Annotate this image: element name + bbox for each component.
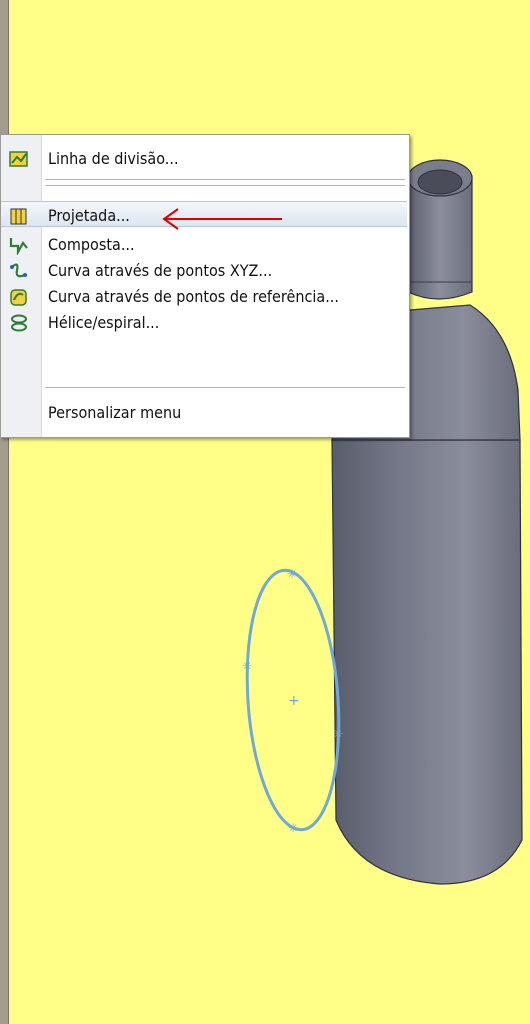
composite-curve-icon xyxy=(9,235,29,257)
svg-text:+: + xyxy=(288,693,300,709)
graphics-viewport[interactable]: + ✳ ✳ ✳ ✳ Linha de divisão... Projetada.… xyxy=(0,0,530,1024)
menu-separator xyxy=(45,185,405,186)
svg-text:✳: ✳ xyxy=(333,727,343,741)
menu-item-composite[interactable]: Composta... xyxy=(1,231,407,257)
menu-item-label: Curva através de pontos de referência... xyxy=(48,287,339,306)
menu-separator xyxy=(45,179,405,180)
menu-item-label: Curva através de pontos XYZ... xyxy=(48,261,273,280)
menu-item-label: Projetada... xyxy=(48,206,130,225)
menu-item-label: Linha de divisão... xyxy=(48,149,179,168)
menu-item-curve-reference[interactable]: Curva através de pontos de referência... xyxy=(1,283,407,309)
split-line-icon xyxy=(9,149,29,169)
menu-item-curve-xyz[interactable]: Curva através de pontos XYZ... xyxy=(1,257,407,283)
menu-item-split-line[interactable]: Linha de divisão... xyxy=(1,145,407,171)
curve-reference-points-icon xyxy=(9,287,29,307)
menu-separator xyxy=(45,387,405,388)
menu-item-label: Personalizar menu xyxy=(48,403,182,422)
sketch-ellipse[interactable]: + ✳ ✳ ✳ ✳ xyxy=(239,567,347,835)
annotation-arrow xyxy=(162,208,282,230)
curve-xyz-points-icon xyxy=(9,261,29,281)
curves-context-menu: Linha de divisão... Projetada... Compost… xyxy=(0,134,410,438)
svg-text:✳: ✳ xyxy=(242,659,252,673)
menu-item-helix[interactable]: Hélice/espiral... xyxy=(1,309,407,335)
bottle-body xyxy=(331,439,523,885)
menu-item-label: Composta... xyxy=(48,235,135,254)
menu-item-label: Hélice/espiral... xyxy=(48,313,160,332)
menu-item-customize[interactable]: Personalizar menu xyxy=(1,399,407,425)
svg-text:✳: ✳ xyxy=(288,821,298,835)
projected-curve-icon xyxy=(9,206,29,226)
svg-text:✳: ✳ xyxy=(287,567,297,581)
helix-spiral-icon xyxy=(9,313,29,333)
